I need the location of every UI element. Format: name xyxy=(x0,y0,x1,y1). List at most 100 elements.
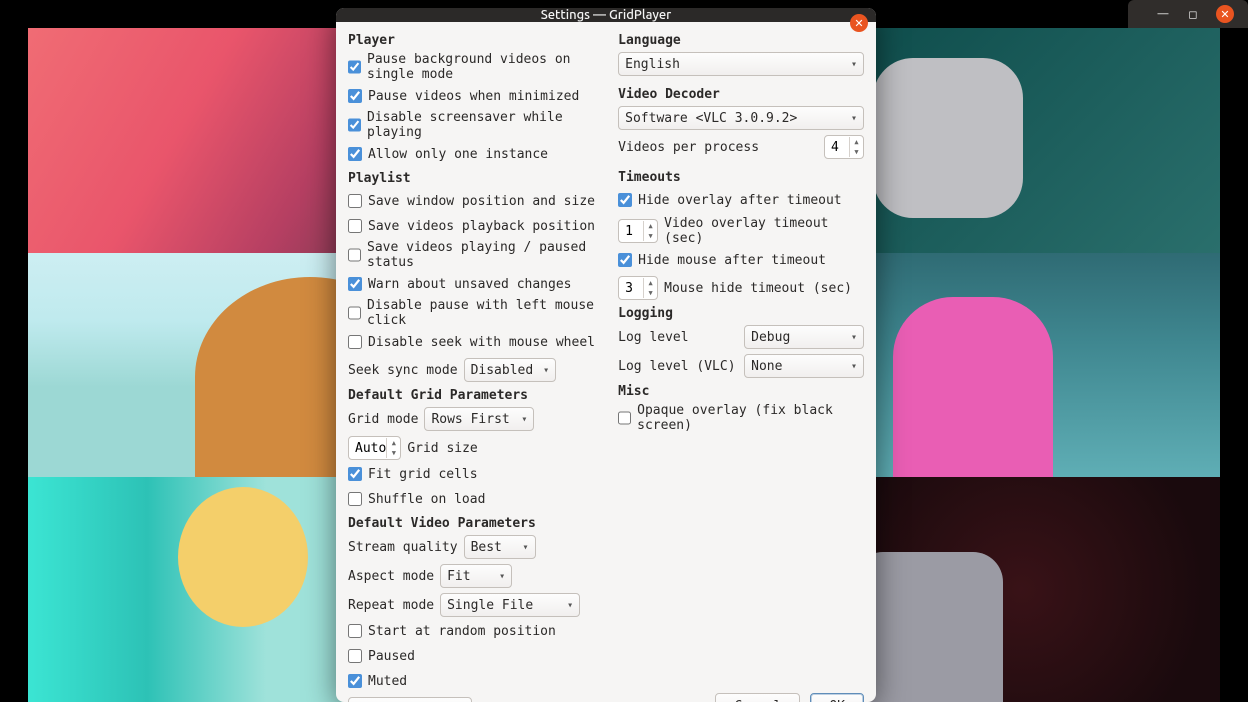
checkbox[interactable] xyxy=(348,335,362,349)
language-select[interactable]: English xyxy=(618,52,864,76)
check-disable-ss[interactable]: Disable screensaver while playing xyxy=(348,110,606,140)
checkbox[interactable] xyxy=(618,253,632,267)
checkbox[interactable] xyxy=(348,467,362,481)
check-one-instance[interactable]: Allow only one instance xyxy=(348,143,606,165)
aspect-mode-row: Aspect mode Fit xyxy=(348,564,606,588)
ok-button[interactable]: OK xyxy=(810,693,864,702)
check-disable-pause-click[interactable]: Disable pause with left mouse click xyxy=(348,298,606,328)
label: Stream quality xyxy=(348,540,458,555)
video-tile[interactable] xyxy=(823,253,1220,478)
checkbox[interactable] xyxy=(348,277,362,291)
mouse-timeout-row: 3 ▲▼ Mouse hide timeout (sec) xyxy=(618,276,864,300)
app-close-icon[interactable]: ✕ xyxy=(1216,5,1234,23)
label: Video overlay timeout (sec) xyxy=(664,216,864,246)
check-shuffle[interactable]: Shuffle on load xyxy=(348,488,606,510)
check-disable-seek-wheel[interactable]: Disable seek with mouse wheel xyxy=(348,331,606,353)
stepper-arrows-icon[interactable]: ▲▼ xyxy=(386,438,400,458)
video-tile[interactable] xyxy=(823,28,1220,253)
cancel-button[interactable]: Cancel xyxy=(715,693,800,702)
dialog-title: Settings — GridPlayer xyxy=(541,8,672,22)
label: Disable screensaver while playing xyxy=(367,110,606,140)
dialog-close-icon[interactable]: ✕ xyxy=(850,14,868,32)
label: Grid mode xyxy=(348,412,418,427)
check-random-pos[interactable]: Start at random position xyxy=(348,620,606,642)
open-log-button[interactable]: Open log file xyxy=(348,697,472,702)
log-level-vlc-select[interactable]: None xyxy=(744,354,864,378)
section-misc: Misc xyxy=(618,384,864,399)
repeat-mode-select[interactable]: Single File xyxy=(440,593,580,617)
dialog-titlebar[interactable]: Settings — GridPlayer ✕ xyxy=(336,8,876,22)
check-fit-cells[interactable]: Fit grid cells xyxy=(348,463,606,485)
label: Log level xyxy=(618,330,738,345)
section-decoder: Video Decoder xyxy=(618,87,864,102)
check-paused[interactable]: Paused xyxy=(348,645,606,667)
grid-mode-row: Grid mode Rows First xyxy=(348,407,606,431)
checkbox[interactable] xyxy=(348,89,362,103)
label: Warn about unsaved changes xyxy=(368,277,572,292)
checkbox[interactable] xyxy=(618,193,632,207)
checkbox[interactable] xyxy=(348,248,361,262)
check-pause-min[interactable]: Pause videos when minimized xyxy=(348,85,606,107)
label: Paused xyxy=(368,649,415,664)
stream-quality-select[interactable]: Best xyxy=(464,535,536,559)
section-default-video: Default Video Parameters xyxy=(348,516,606,531)
grid-mode-select[interactable]: Rows First xyxy=(424,407,534,431)
section-player: Player xyxy=(348,33,606,48)
label: Log level (VLC) xyxy=(618,359,738,374)
ok-label: OK xyxy=(829,699,845,702)
checkbox[interactable] xyxy=(348,147,362,161)
log-level-select[interactable]: Debug xyxy=(744,325,864,349)
check-opaque-overlay[interactable]: Opaque overlay (fix black screen) xyxy=(618,403,864,433)
label: Hide overlay after timeout xyxy=(638,193,842,208)
overlay-timeout-stepper[interactable]: 1 ▲▼ xyxy=(618,219,658,243)
stepper-arrows-icon[interactable]: ▲▼ xyxy=(849,137,863,157)
overlay-timeout-row: 1 ▲▼ Video overlay timeout (sec) xyxy=(618,216,864,246)
grid-size-stepper[interactable]: Auto ▲▼ xyxy=(348,436,401,460)
label: Pause videos when minimized xyxy=(368,89,579,104)
label: Mouse hide timeout (sec) xyxy=(664,281,852,296)
checkbox[interactable] xyxy=(348,306,361,320)
seek-sync-select[interactable]: Disabled xyxy=(464,358,557,382)
stepper-arrows-icon[interactable]: ▲▼ xyxy=(643,221,657,241)
check-hide-mouse[interactable]: Hide mouse after timeout xyxy=(618,249,864,271)
label: Repeat mode xyxy=(348,598,434,613)
checkbox[interactable] xyxy=(348,492,362,506)
label: Aspect mode xyxy=(348,569,434,584)
check-save-status[interactable]: Save videos playing / paused status xyxy=(348,240,606,270)
check-save-playback[interactable]: Save videos playback position xyxy=(348,215,606,237)
label: Fit grid cells xyxy=(368,467,478,482)
checkbox[interactable] xyxy=(348,194,362,208)
maximize-icon[interactable]: ◻ xyxy=(1186,7,1200,21)
checkbox[interactable] xyxy=(348,674,362,688)
minimize-icon[interactable]: — xyxy=(1156,7,1170,21)
checkbox[interactable] xyxy=(618,411,631,425)
label: Pause background videos on single mode xyxy=(367,52,606,82)
check-save-window[interactable]: Save window position and size xyxy=(348,190,606,212)
stepper-arrows-icon[interactable]: ▲▼ xyxy=(643,278,657,298)
checkbox[interactable] xyxy=(348,219,362,233)
decoder-select[interactable]: Software <VLC 3.0.9.2> xyxy=(618,106,864,130)
video-tile[interactable] xyxy=(823,477,1220,702)
checkbox[interactable] xyxy=(348,624,362,638)
check-warn-unsaved[interactable]: Warn about unsaved changes xyxy=(348,273,606,295)
check-hide-overlay[interactable]: Hide overlay after timeout xyxy=(618,189,864,211)
repeat-mode-row: Repeat mode Single File xyxy=(348,593,606,617)
stepper-value: Auto xyxy=(355,441,386,456)
label: Allow only one instance xyxy=(368,147,548,162)
stepper-value: 4 xyxy=(831,140,849,155)
videos-per-process-stepper[interactable]: 4 ▲▼ xyxy=(824,135,864,159)
grid-size-row: Auto ▲▼ Grid size xyxy=(348,436,606,460)
check-pause-bg[interactable]: Pause background videos on single mode xyxy=(348,52,606,82)
label: Save videos playing / paused status xyxy=(367,240,606,270)
label: Disable pause with left mouse click xyxy=(367,298,606,328)
seek-sync-row: Seek sync mode Disabled xyxy=(348,358,606,382)
checkbox[interactable] xyxy=(348,60,361,74)
label: Muted xyxy=(368,674,407,689)
stream-quality-row: Stream quality Best xyxy=(348,535,606,559)
checkbox[interactable] xyxy=(348,649,362,663)
section-default-grid: Default Grid Parameters xyxy=(348,388,606,403)
checkbox[interactable] xyxy=(348,118,361,132)
aspect-mode-select[interactable]: Fit xyxy=(440,564,512,588)
check-muted[interactable]: Muted xyxy=(348,670,606,692)
mouse-timeout-stepper[interactable]: 3 ▲▼ xyxy=(618,276,658,300)
